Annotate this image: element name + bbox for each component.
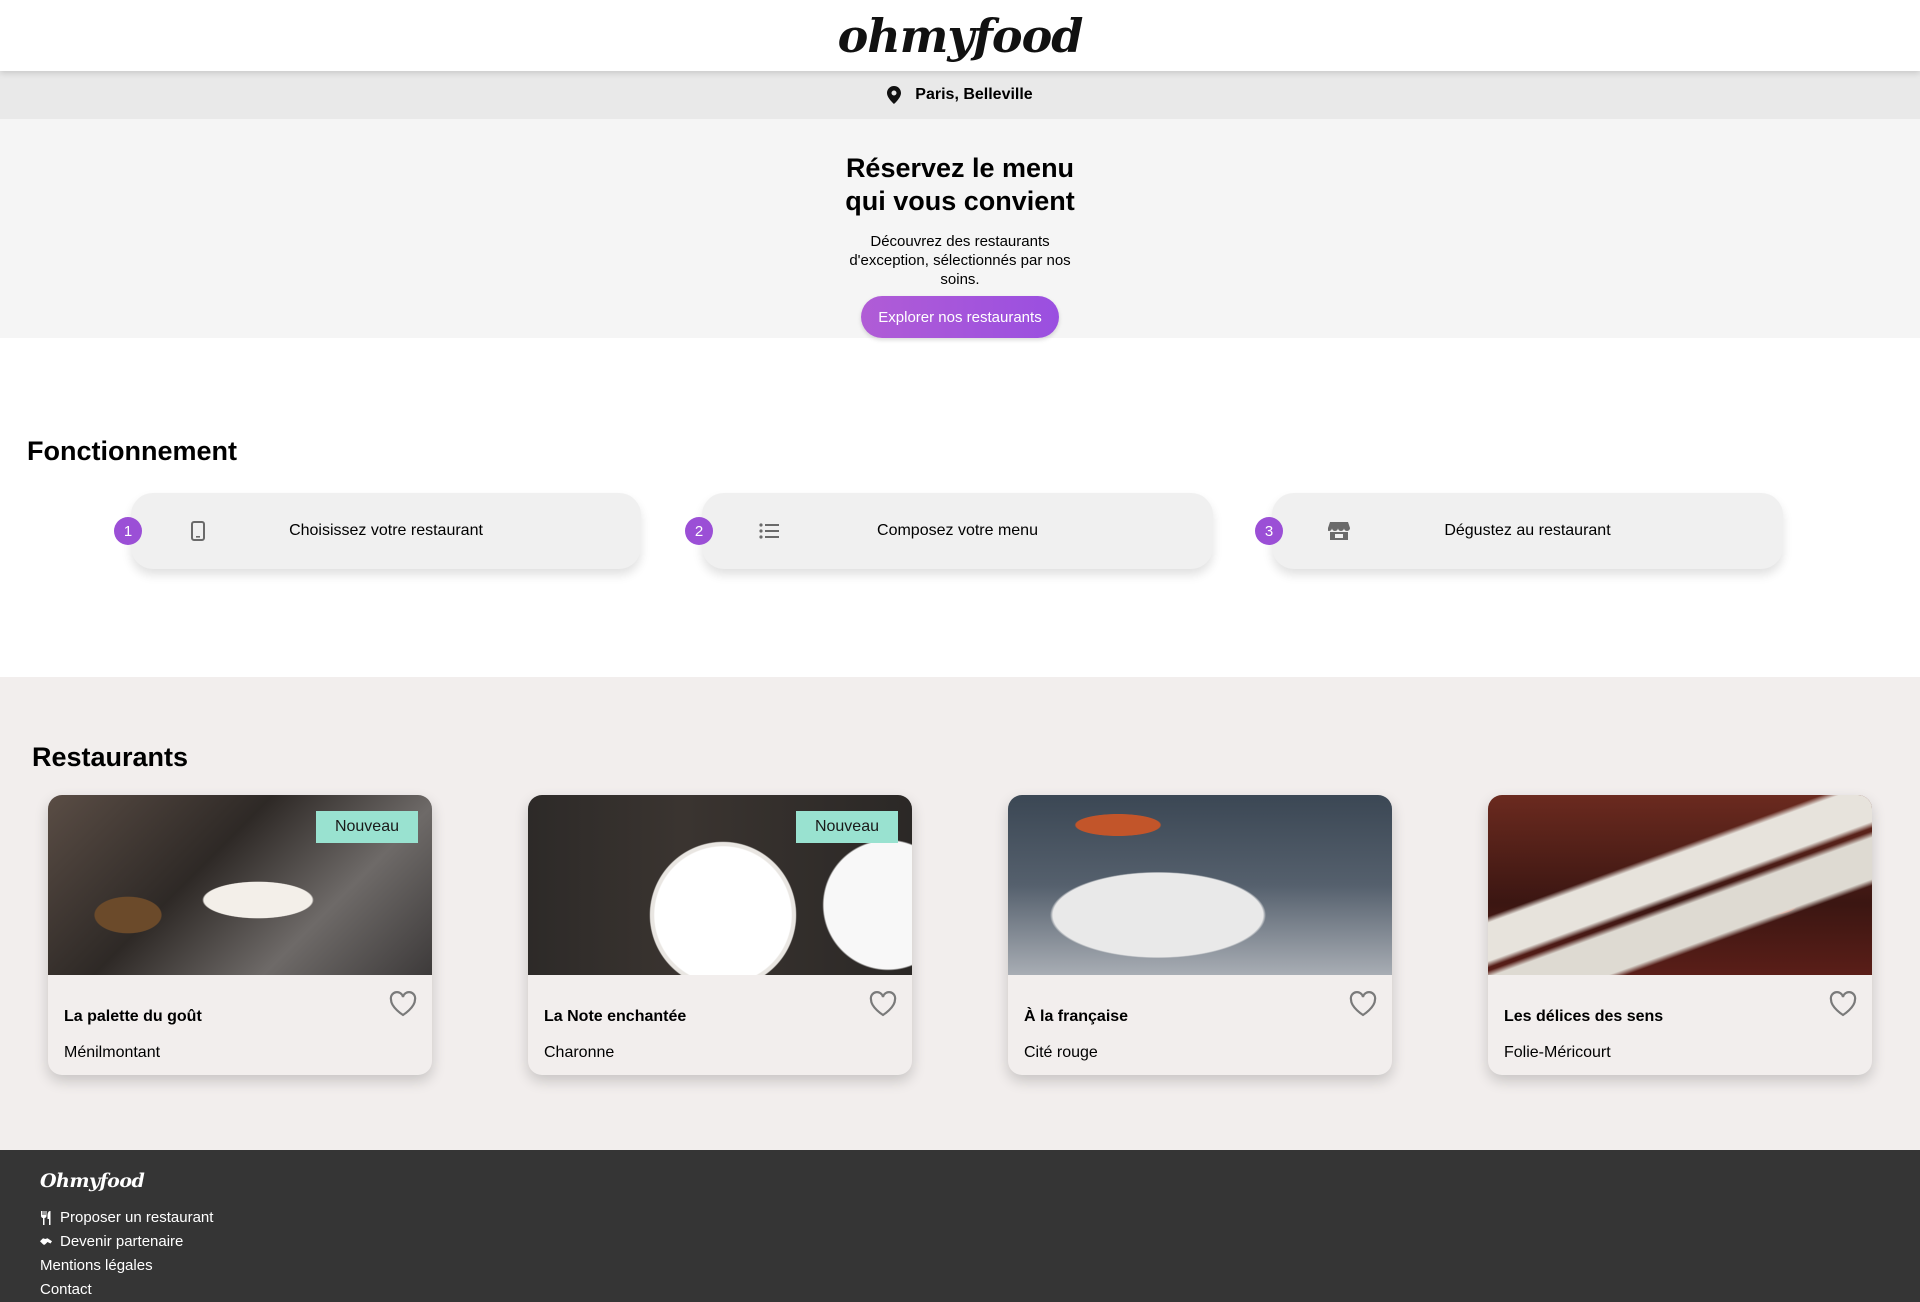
restaurant-card[interactable]: Nouveau La Note enchantée Charonne xyxy=(528,795,912,1075)
utensils-icon xyxy=(40,1211,52,1225)
handshake-icon xyxy=(40,1235,52,1249)
restaurant-area: Charonne xyxy=(544,1044,615,1061)
footer-logo: Ohmyfood xyxy=(40,1170,145,1192)
restaurant-photo: Nouveau xyxy=(528,795,912,975)
how-it-works-section: Fonctionnement 1 Choisissez votre restau… xyxy=(0,338,1920,677)
step-number-badge: 1 xyxy=(114,517,142,545)
heart-icon[interactable] xyxy=(869,991,897,1017)
step-number-badge: 2 xyxy=(685,517,713,545)
step-number-badge: 3 xyxy=(1255,517,1283,545)
heart-icon[interactable] xyxy=(389,991,417,1017)
restaurant-photo xyxy=(1008,795,1392,975)
new-badge: Nouveau xyxy=(795,811,898,843)
restaurant-card[interactable]: Les délices des sens Folie-Méricourt xyxy=(1488,795,1872,1075)
steps-list: 1 Choisissez votre restaurant 2 Composez… xyxy=(0,493,1920,569)
hero-subtitle: Découvrez des restaurants d'exception, s… xyxy=(849,233,1071,288)
restaurant-card[interactable]: Nouveau La palette du goût Ménilmontant xyxy=(48,795,432,1075)
footer-link-label[interactable]: Proposer un restaurant xyxy=(60,1206,213,1230)
site-footer: Ohmyfood Proposer un restaurant Devenir … xyxy=(0,1150,1920,1302)
restaurant-photo: Nouveau xyxy=(48,795,432,975)
heart-icon[interactable] xyxy=(1829,991,1857,1017)
restaurant-cards: Nouveau La palette du goût Ménilmontant … xyxy=(0,795,1920,1075)
restaurants-section: Restaurants Nouveau La palette du goût M… xyxy=(0,677,1920,1150)
restaurant-photo xyxy=(1488,795,1872,975)
footer-link-label[interactable]: Contact xyxy=(40,1278,92,1302)
footer-link-become-partner[interactable]: Devenir partenaire xyxy=(40,1230,1920,1254)
restaurant-area: Ménilmontant xyxy=(64,1044,161,1061)
heart-icon[interactable] xyxy=(1349,991,1377,1017)
footer-link-label[interactable]: Devenir partenaire xyxy=(60,1230,183,1254)
footer-link-legal[interactable]: Mentions légales xyxy=(40,1254,1920,1278)
restaurant-card[interactable]: À la française Cité rouge xyxy=(1008,795,1392,1075)
site-header: ohmyfood xyxy=(0,0,1920,71)
hero-section: Réservez le menu qui vous convient Décou… xyxy=(0,119,1920,338)
map-pin-icon xyxy=(887,86,902,104)
footer-link-contact[interactable]: Contact xyxy=(40,1278,1920,1302)
footer-link-label[interactable]: Mentions légales xyxy=(40,1254,153,1278)
step-card-1: 1 Choisissez votre restaurant xyxy=(114,493,641,569)
restaurants-title: Restaurants xyxy=(32,742,189,772)
restaurant-area: Folie-Méricourt xyxy=(1504,1044,1611,1061)
location-text: Paris, Belleville xyxy=(915,86,1033,103)
footer-links: Proposer un restaurant Devenir partenair… xyxy=(40,1206,1920,1302)
new-badge: Nouveau xyxy=(315,811,418,843)
restaurant-name: Les délices des sens xyxy=(1504,1008,1664,1025)
how-it-works-title: Fonctionnement xyxy=(27,436,237,466)
step-card-2: 2 Composez votre menu xyxy=(685,493,1213,569)
explore-restaurants-button[interactable]: Explorer nos restaurants xyxy=(861,296,1059,338)
store-icon xyxy=(1328,520,1350,542)
mobile-phone-icon xyxy=(187,520,209,542)
list-icon xyxy=(758,520,780,542)
hero-title: Réservez le menu qui vous convient xyxy=(845,153,1075,216)
restaurant-name: À la française xyxy=(1024,1008,1129,1025)
site-logo[interactable]: ohmyfood xyxy=(838,9,1084,63)
footer-link-propose-restaurant[interactable]: Proposer un restaurant xyxy=(40,1206,1920,1230)
restaurant-name: La palette du goût xyxy=(64,1008,202,1025)
step-card-3: 3 Dégustez au restaurant xyxy=(1255,493,1783,569)
location-bar: Paris, Belleville xyxy=(0,71,1920,119)
restaurant-area: Cité rouge xyxy=(1024,1044,1098,1061)
restaurant-name: La Note enchantée xyxy=(544,1008,687,1025)
